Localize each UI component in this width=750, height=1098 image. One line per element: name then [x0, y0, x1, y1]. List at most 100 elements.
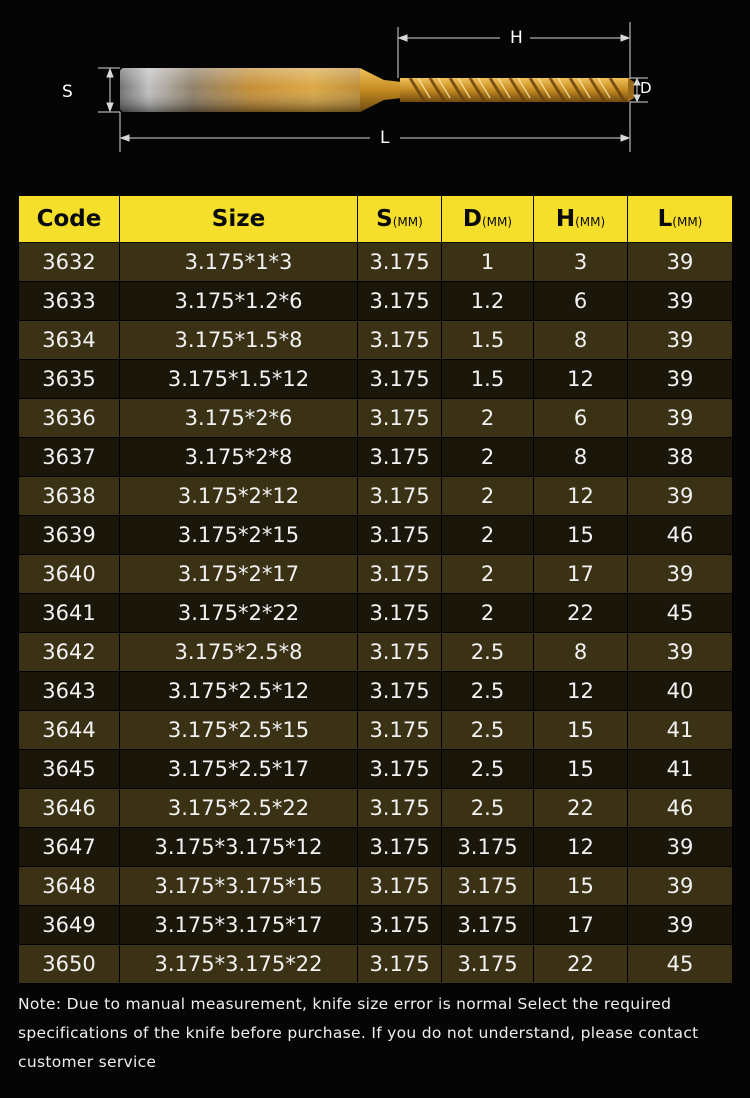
size-cell: 3.175*2*8: [119, 437, 358, 477]
h-cell: 22: [533, 593, 628, 633]
dimension-label-d: D: [640, 79, 652, 97]
d-cell: 2: [441, 476, 534, 516]
header-h-unit: (MM): [575, 215, 606, 229]
h-cell: 8: [533, 437, 628, 477]
l-cell: 39: [627, 554, 733, 594]
table-row: 3646 3.175*2.5*22 3.175 2.5 22 46: [18, 788, 733, 828]
d-cell: 2.5: [441, 749, 534, 789]
table-row: 3633 3.175*1.2*6 3.175 1.2 6 39: [18, 281, 733, 321]
s-cell: 3.175: [357, 281, 442, 321]
l-cell: 39: [627, 632, 733, 672]
h-cell: 12: [533, 476, 628, 516]
d-cell: 2.5: [441, 788, 534, 828]
l-cell: 39: [627, 398, 733, 438]
code-cell: 3640: [18, 554, 120, 594]
size-cell: 3.175*1.5*8: [119, 320, 358, 360]
l-cell: 39: [627, 359, 733, 399]
l-cell: 46: [627, 515, 733, 555]
code-cell: 3648: [18, 866, 120, 906]
dimension-label-s: S: [62, 82, 73, 102]
h-cell: 12: [533, 359, 628, 399]
d-cell: 2: [441, 593, 534, 633]
header-d: D(MM): [441, 195, 534, 243]
h-cell: 22: [533, 788, 628, 828]
l-cell: 39: [627, 242, 733, 282]
s-cell: 3.175: [357, 710, 442, 750]
size-cell: 3.175*2.5*8: [119, 632, 358, 672]
table-row: 3645 3.175*2.5*17 3.175 2.5 15 41: [18, 749, 733, 789]
code-cell: 3646: [18, 788, 120, 828]
header-s-unit: (MM): [392, 215, 423, 229]
code-cell: 3636: [18, 398, 120, 438]
size-cell: 3.175*2*17: [119, 554, 358, 594]
size-cell: 3.175*3.175*22: [119, 944, 358, 984]
l-cell: 46: [627, 788, 733, 828]
size-cell: 3.175*2.5*12: [119, 671, 358, 711]
table-row: 3635 3.175*1.5*12 3.175 1.5 12 39: [18, 359, 733, 399]
header-h: H(MM): [533, 195, 628, 243]
d-cell: 2: [441, 398, 534, 438]
code-cell: 3635: [18, 359, 120, 399]
h-cell: 12: [533, 671, 628, 711]
h-cell: 6: [533, 281, 628, 321]
measurement-note: Note: Due to manual measurement, knife s…: [18, 995, 699, 1071]
size-cell: 3.175*2*6: [119, 398, 358, 438]
dimension-label-h: H: [510, 28, 523, 48]
code-cell: 3644: [18, 710, 120, 750]
size-cell: 3.175*3.175*12: [119, 827, 358, 867]
s-cell: 3.175: [357, 515, 442, 555]
header-code-label: Code: [36, 206, 102, 232]
header-code: Code: [18, 195, 120, 243]
h-cell: 8: [533, 320, 628, 360]
header-l: L(MM): [627, 195, 733, 243]
tool-neck: [360, 68, 402, 112]
h-cell: 8: [533, 632, 628, 672]
l-cell: 39: [627, 476, 733, 516]
s-cell: 3.175: [357, 242, 442, 282]
code-cell: 3649: [18, 905, 120, 945]
dimension-label-l: L: [380, 128, 390, 148]
l-cell: 41: [627, 710, 733, 750]
code-cell: 3647: [18, 827, 120, 867]
code-cell: 3637: [18, 437, 120, 477]
size-cell: 3.175*1.2*6: [119, 281, 358, 321]
s-cell: 3.175: [357, 788, 442, 828]
l-cell: 40: [627, 671, 733, 711]
code-cell: 3641: [18, 593, 120, 633]
table-row: 3640 3.175*2*17 3.175 2 17 39: [18, 554, 733, 594]
s-cell: 3.175: [357, 398, 442, 438]
tool-shank: [120, 68, 362, 112]
table-row: 3639 3.175*2*15 3.175 2 15 46: [18, 515, 733, 555]
code-cell: 3633: [18, 281, 120, 321]
s-cell: 3.175: [357, 944, 442, 984]
table-row: 3638 3.175*2*12 3.175 2 12 39: [18, 476, 733, 516]
h-cell: 17: [533, 905, 628, 945]
table-header-row: Code Size S(MM) D(MM) H(MM) L(MM): [18, 195, 733, 243]
table-row: 3634 3.175*1.5*8 3.175 1.5 8 39: [18, 320, 733, 360]
size-cell: 3.175*2*15: [119, 515, 358, 555]
s-cell: 3.175: [357, 593, 442, 633]
h-cell: 17: [533, 554, 628, 594]
header-l-label: L: [657, 206, 673, 232]
s-cell: 3.175: [357, 320, 442, 360]
h-cell: 15: [533, 515, 628, 555]
d-cell: 2.5: [441, 632, 534, 672]
table-row: 3637 3.175*2*8 3.175 2 8 38: [18, 437, 733, 477]
table-row: 3632 3.175*1*3 3.175 1 3 39: [18, 242, 733, 282]
s-cell: 3.175: [357, 905, 442, 945]
specification-table: Code Size S(MM) D(MM) H(MM) L(MM) 3632 3.…: [18, 195, 733, 984]
end-mill-illustration: [98, 22, 648, 152]
d-cell: 3.175: [441, 866, 534, 906]
size-cell: 3.175*3.175*17: [119, 905, 358, 945]
header-size: Size: [119, 195, 358, 243]
size-cell: 3.175*2.5*22: [119, 788, 358, 828]
code-cell: 3642: [18, 632, 120, 672]
h-cell: 22: [533, 944, 628, 984]
d-cell: 2: [441, 437, 534, 477]
header-size-label: Size: [211, 206, 266, 232]
header-h-label: H: [555, 206, 576, 232]
d-cell: 2.5: [441, 710, 534, 750]
code-cell: 3639: [18, 515, 120, 555]
l-cell: 41: [627, 749, 733, 789]
table-row: 3648 3.175*3.175*15 3.175 3.175 15 39: [18, 866, 733, 906]
